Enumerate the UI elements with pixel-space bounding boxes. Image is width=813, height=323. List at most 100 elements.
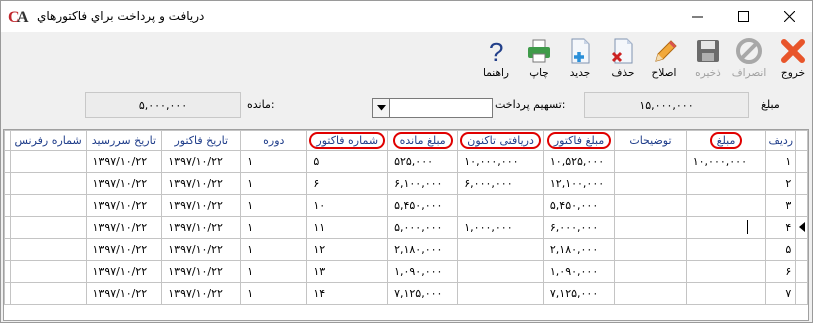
cell-reference-number[interactable] [9,172,87,195]
close-button[interactable] [766,1,812,32]
cell-amount[interactable]: ۱۰,۰۰۰,۰۰۰ [685,150,767,173]
cell-invoice-amount[interactable]: ۵,۴۵۰,۰۰۰ [542,194,616,217]
cell-invoice-amount[interactable]: ۶,۰۰۰,۰۰۰ [542,216,616,239]
cell-received-so-far[interactable] [457,282,544,305]
cell-invoice-amount[interactable]: ۱۲,۱۰۰,۰۰۰ [542,172,616,195]
cell-invoice-amount[interactable]: ۲,۱۸۰,۰۰۰ [542,238,616,261]
row-indicator[interactable] [795,238,808,261]
cell-period[interactable]: ۱ [240,238,308,261]
cell-row-number[interactable]: ۴ [765,216,797,239]
save-button[interactable]: ذخیره [690,36,726,82]
cell-due-date[interactable]: ۱۳۹۷/۱۰/۲۲ [85,238,163,261]
minimize-button[interactable] [674,1,720,32]
cell-period[interactable]: ۱ [240,194,308,217]
cell-period[interactable]: ۱ [240,172,308,195]
cell-remaining-amount[interactable]: ۵۲۵,۰۰۰ [387,150,459,173]
cell-description[interactable] [614,282,687,305]
maximize-button[interactable] [720,1,766,32]
cell-due-date[interactable]: ۱۳۹۷/۱۰/۲۲ [85,260,163,283]
cell-row-number[interactable]: ۲ [765,172,797,195]
amount-field[interactable]: ۱۵,۰۰۰,۰۰۰ [584,92,749,118]
header-received-so-far[interactable]: دریافتی تاكنون [457,130,544,151]
row-indicator[interactable] [795,216,808,239]
cell-remaining-amount[interactable]: ۵,۰۰۰,۰۰۰ [387,216,459,239]
cell-invoice-number[interactable]: ۶ [306,172,389,195]
header-amount[interactable]: مبلغ [685,130,767,151]
cell-period[interactable]: ۱ [240,150,308,173]
header-due-date[interactable]: تاریخ سررسید [85,130,163,151]
cell-invoice-amount[interactable]: ۷,۱۲۵,۰۰۰ [542,282,616,305]
cell-row-number[interactable]: ۳ [765,194,797,217]
header-invoice-amount[interactable]: مبلغ فاكتور [542,130,616,151]
distribution-select[interactable] [372,98,493,118]
print-button[interactable]: چاپ [521,36,557,82]
cell-row-number[interactable]: ۶ [765,260,797,283]
cell-remaining-amount[interactable]: ۶,۱۰۰,۰۰۰ [387,172,459,195]
row-indicator[interactable] [795,150,808,173]
cell-received-so-far[interactable]: ۱,۰۰۰,۰۰۰ [457,216,544,239]
cell-reference-number[interactable] [9,260,87,283]
header-invoice-number[interactable]: شماره فاكتور [306,130,389,151]
row-indicator[interactable] [795,194,808,217]
cell-invoice-date[interactable]: ۱۳۹۷/۱۰/۲۲ [161,150,242,173]
cell-description[interactable] [614,238,687,261]
cell-received-so-far[interactable]: ۱۰,۰۰۰,۰۰۰ [457,150,544,173]
cell-description[interactable] [614,172,687,195]
row-indicator[interactable] [795,282,808,305]
cell-invoice-number[interactable]: ۱۰ [306,194,389,217]
cell-received-so-far[interactable] [457,238,544,261]
cell-due-date[interactable]: ۱۳۹۷/۱۰/۲۲ [85,172,163,195]
cell-period[interactable]: ۱ [240,282,308,305]
table-row[interactable]: ۱۳۹۷/۱۰/۲۲ ۱۳۹۷/۱۰/۲۲ ۱ ۶ ۶,۱۰۰,۰۰۰ ۶,۰۰۰,۰۰۰… [4,172,808,195]
cell-invoice-number[interactable]: ۵ [306,150,389,173]
header-description[interactable]: توضیحات [614,130,687,151]
table-row[interactable]: ۱۳۹۷/۱۰/۲۲ ۱۳۹۷/۱۰/۲۲ ۱ ۱۲ ۲,۱۸۰,۰۰۰ ۲,۱۸۰,۰۰… [4,238,808,261]
cell-invoice-date[interactable]: ۱۳۹۷/۱۰/۲۲ [161,260,242,283]
header-period[interactable]: دوره [240,130,308,151]
cell-received-so-far[interactable] [457,260,544,283]
edit-button[interactable]: اصلاح [646,36,682,82]
header-remaining-amount[interactable]: مبلغ مانده [387,130,459,151]
cell-reference-number[interactable] [9,238,87,261]
table-row[interactable]: ۱۳۹۷/۱۰/۲۲ ۱۳۹۷/۱۰/۲۲ ۱ ۵ ۵۲۵,۰۰۰ ۱۰,۰۰۰,۰۰۰ ۱… [4,150,808,173]
cell-invoice-date[interactable]: ۱۳۹۷/۱۰/۲۲ [161,172,242,195]
cell-remaining-amount[interactable]: ۲,۱۸۰,۰۰۰ [387,238,459,261]
cell-description[interactable] [614,260,687,283]
table-row[interactable]: ۱۳۹۷/۱۰/۲۲ ۱۳۹۷/۱۰/۲۲ ۱ ۱۳ ۱,۰۹۰,۰۰۰ ۱,۰۹۰,۰۰… [4,260,808,283]
cell-invoice-number[interactable]: ۱۳ [306,260,389,283]
cell-invoice-date[interactable]: ۱۳۹۷/۱۰/۲۲ [161,282,242,305]
cell-due-date[interactable]: ۱۳۹۷/۱۰/۲۲ [85,150,163,173]
cell-amount[interactable] [685,172,767,195]
cell-amount[interactable] [685,216,767,239]
header-row-number[interactable]: ردیف [765,130,797,151]
exit-button[interactable]: خروج [775,36,811,82]
cell-invoice-date[interactable]: ۱۳۹۷/۱۰/۲۲ [161,216,242,239]
cell-invoice-date[interactable]: ۱۳۹۷/۱۰/۲۲ [161,238,242,261]
cell-amount[interactable] [685,260,767,283]
cell-amount[interactable] [685,282,767,305]
cell-remaining-amount[interactable]: ۵,۴۵۰,۰۰۰ [387,194,459,217]
cell-description[interactable] [614,216,687,239]
cell-remaining-amount[interactable]: ۷,۱۲۵,۰۰۰ [387,282,459,305]
header-invoice-date[interactable]: تاریخ فاكتور [161,130,242,151]
row-indicator[interactable] [795,260,808,283]
cell-period[interactable]: ۱ [240,260,308,283]
cell-due-date[interactable]: ۱۳۹۷/۱۰/۲۲ [85,282,163,305]
cell-description[interactable] [614,150,687,173]
cell-invoice-date[interactable]: ۱۳۹۷/۱۰/۲۲ [161,194,242,217]
cell-due-date[interactable]: ۱۳۹۷/۱۰/۲۲ [85,216,163,239]
cancel-button[interactable]: انصراف [731,36,767,82]
cell-amount[interactable] [685,194,767,217]
cell-description[interactable] [614,194,687,217]
dropdown-button[interactable] [373,99,390,117]
cell-period[interactable]: ۱ [240,216,308,239]
cell-reference-number[interactable] [9,150,87,173]
cell-due-date[interactable]: ۱۳۹۷/۱۰/۲۲ [85,194,163,217]
cell-row-number[interactable]: ۷ [765,282,797,305]
cell-invoice-number[interactable]: ۱۴ [306,282,389,305]
cell-amount[interactable] [685,238,767,261]
cell-reference-number[interactable] [9,194,87,217]
row-indicator[interactable] [795,172,808,195]
table-row[interactable]: ۱۳۹۷/۱۰/۲۲ ۱۳۹۷/۱۰/۲۲ ۱ ۱۴ ۷,۱۲۵,۰۰۰ ۷,۱۲۵,۰۰… [4,282,808,305]
cell-invoice-amount[interactable]: ۱۰,۵۲۵,۰۰۰ [542,150,616,173]
